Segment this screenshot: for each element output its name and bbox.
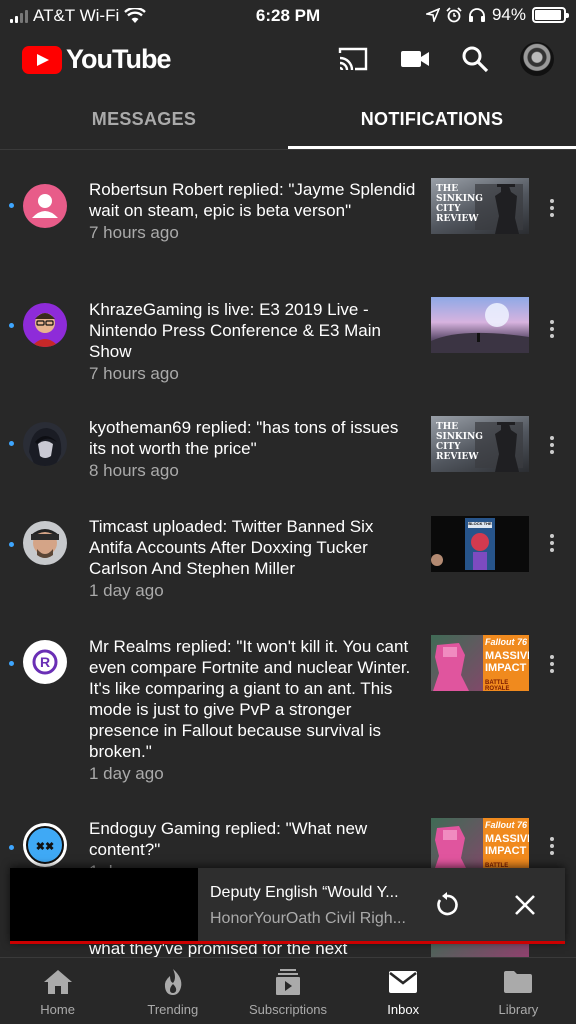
search-icon[interactable] — [458, 44, 492, 74]
nav-label: Home — [40, 1002, 75, 1017]
app-name: YouTube — [66, 44, 171, 74]
thumbnail-caption: THE SINKING CITY REVIEW — [436, 422, 483, 462]
more-options-icon[interactable] — [544, 196, 560, 220]
fallout-massive-impact-thumbnail[interactable]: Fallout 76 MASSIVE IMPACT BATTLE ROYALE — [431, 818, 529, 874]
notification-time: 7 hours ago — [89, 364, 179, 383]
endoguy-avatar[interactable]: ✖✖ — [23, 823, 67, 867]
youtube-logo[interactable]: YouTube — [22, 44, 171, 75]
thumbnail-caption: MASSIVE IMPACT — [485, 650, 529, 674]
subscriptions-icon — [272, 968, 304, 996]
battery-icon — [532, 7, 569, 23]
timcast-video-thumbnail[interactable]: BLOCK THE — [431, 516, 529, 572]
tab-messages[interactable]: MESSAGES — [0, 90, 288, 149]
nav-label: Library — [498, 1002, 539, 1017]
close-icon[interactable] — [510, 890, 540, 920]
notification-list: Robertsun Robert replied: "Jayme Splendi… — [0, 151, 576, 957]
notification-message: Mr Realms replied: "It won't kill it. Yo… — [89, 637, 411, 761]
mini-player-title: Deputy English “Would Y... — [210, 884, 399, 901]
default-person-avatar[interactable] — [23, 184, 67, 228]
thumbnail-caption: Fallout 76 — [485, 637, 528, 647]
nav-label: Inbox — [387, 1002, 420, 1017]
flame-icon — [157, 968, 189, 996]
timcast-avatar[interactable] — [23, 521, 67, 565]
alarm-icon — [446, 7, 462, 23]
tab-notifications[interactable]: NOTIFICATIONS — [288, 90, 576, 149]
status-bar: AT&T Wi-Fi 6:28 PM 94% — [0, 0, 576, 30]
sinking-city-review-thumbnail[interactable]: THE SINKING CITY REVIEW — [431, 416, 529, 472]
youtube-play-icon — [22, 45, 62, 74]
unread-dot — [9, 845, 14, 850]
inbox-tabs: MESSAGES NOTIFICATIONS — [0, 90, 576, 150]
notification-text: Timcast uploaded: Twitter Banned Six Ant… — [89, 516, 417, 601]
mail-icon — [387, 968, 419, 996]
battery-percent: 94% — [491, 5, 526, 24]
e3-live-landscape-thumbnail[interactable] — [431, 297, 529, 353]
notification-text: Robertsun Robert replied: "Jayme Splendi… — [89, 179, 417, 243]
more-options-icon[interactable] — [544, 652, 560, 676]
camera-icon[interactable] — [398, 44, 432, 74]
app-header: YouTube — [0, 30, 576, 90]
nav-subscriptions[interactable]: Subscriptions — [230, 958, 345, 1024]
kyotheman69-avatar[interactable] — [23, 422, 67, 466]
account-avatar[interactable] — [520, 42, 554, 76]
nav-trending[interactable]: Trending — [115, 958, 230, 1024]
thumbnail-caption: Fallout 76 — [485, 820, 528, 830]
notification-text: Mr Realms replied: "It won't kill it. Yo… — [89, 636, 417, 784]
nav-label: Trending — [147, 1002, 199, 1017]
bottom-navigation: Home Trending Subscriptions Inbox Librar… — [0, 957, 576, 1024]
notification-message: Robertsun Robert replied: "Jayme Splendi… — [89, 180, 416, 220]
unread-dot — [9, 542, 14, 547]
notification-message: Endoguy Gaming replied: "What new conten… — [89, 819, 368, 859]
notification-message: KhrazeGaming is live: E3 2019 Live - Nin… — [89, 300, 381, 361]
mr-realms-avatar[interactable]: R — [23, 640, 67, 684]
thumbnail-caption: BATTLE ROYALE — [485, 680, 510, 691]
unread-dot — [9, 441, 14, 446]
notification-text: KhrazeGaming is live: E3 2019 Live - Nin… — [89, 299, 417, 384]
notification-message: Timcast uploaded: Twitter Banned Six Ant… — [89, 517, 374, 578]
thumbnail-caption: THE SINKING CITY REVIEW — [436, 184, 483, 224]
more-options-icon[interactable] — [544, 531, 560, 555]
notification-time: 7 hours ago — [89, 223, 179, 242]
nav-label: Subscriptions — [248, 1002, 328, 1017]
notification-text: kyotheman69 replied: "has tons of issues… — [89, 417, 417, 481]
headphones-icon — [468, 8, 485, 22]
nav-home[interactable]: Home — [0, 958, 115, 1024]
mini-player[interactable]: Deputy English “Would Y... HonorYourOath… — [10, 868, 565, 944]
cast-icon[interactable] — [336, 44, 370, 74]
unread-dot — [9, 661, 14, 666]
more-options-icon[interactable] — [544, 317, 560, 341]
more-options-icon[interactable] — [544, 834, 560, 858]
unread-dot — [9, 203, 14, 208]
notification-time: 1 day ago — [89, 581, 164, 600]
notification-message: kyotheman69 replied: "has tons of issues… — [89, 418, 399, 458]
notification-time: 8 hours ago — [89, 461, 179, 480]
mini-player-channel: HonorYourOath Civil Righ... — [210, 910, 406, 927]
nav-library[interactable]: Library — [461, 958, 576, 1024]
status-right: 94% — [425, 5, 569, 25]
more-options-icon[interactable] — [544, 433, 560, 457]
svg-text:✖✖: ✖✖ — [36, 841, 54, 853]
sinking-city-review-thumbnail[interactable]: THE SINKING CITY REVIEW — [431, 178, 529, 234]
fallout-massive-impact-thumbnail[interactable]: Fallout 76 MASSIVE IMPACT BATTLE ROYALE — [431, 635, 529, 691]
mini-player-progress — [10, 941, 565, 944]
notification-time: 1 day ago — [89, 764, 164, 783]
unread-dot — [9, 323, 14, 328]
mini-player-video[interactable] — [10, 868, 198, 941]
svg-text:R: R — [40, 654, 50, 670]
khrazegaming-avatar[interactable] — [23, 303, 67, 347]
thumbnail-caption: BLOCK THE — [468, 521, 492, 526]
thumbnail-caption: MASSIVE IMPACT — [485, 833, 529, 857]
home-icon — [42, 968, 74, 996]
replay-icon[interactable] — [432, 890, 462, 920]
folder-icon — [502, 968, 534, 996]
location-icon — [425, 8, 440, 22]
nav-inbox[interactable]: Inbox — [346, 958, 461, 1024]
